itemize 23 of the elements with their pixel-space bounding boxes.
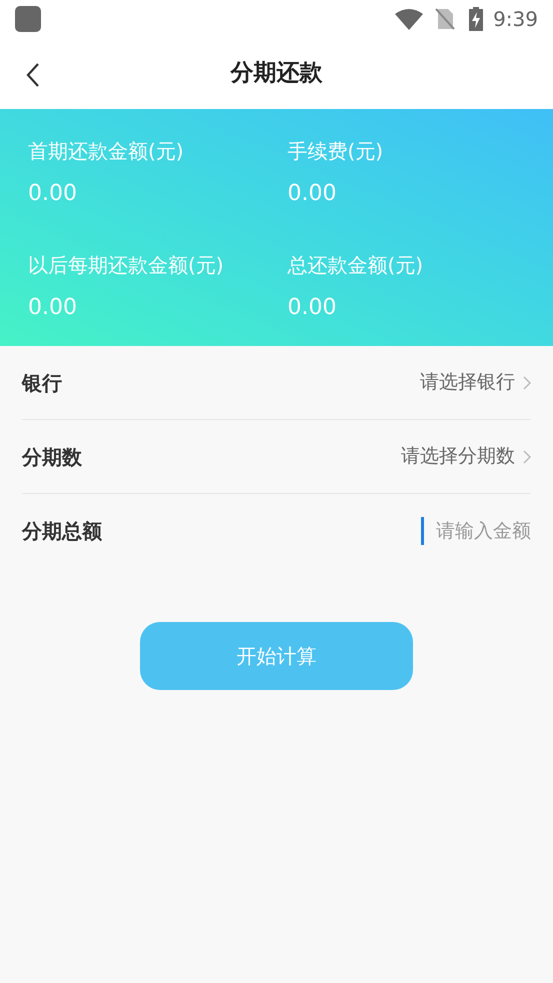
- summary-label: 首期还款金额(元): [28, 138, 185, 165]
- page-title: 分期还款: [230, 59, 322, 88]
- no-sim-icon: [435, 8, 456, 30]
- amount-input[interactable]: 请输入金额: [421, 516, 531, 546]
- select-field[interactable]: 请选择分期数: [401, 442, 531, 471]
- summary-value: 0.00: [288, 180, 338, 208]
- field-label: 分期总额: [22, 518, 102, 545]
- summary-value: 0.00: [28, 294, 78, 322]
- battery-icon: [469, 7, 484, 31]
- back-icon[interactable]: [26, 63, 40, 87]
- summary-label: 总还款金额(元): [288, 252, 424, 278]
- summary-value: 0.00: [28, 180, 78, 208]
- status-time: 9:39: [493, 6, 538, 33]
- app-icon: [15, 6, 41, 32]
- summary-label: 以后每期还款金额(元): [28, 252, 225, 278]
- chevron-icon: [523, 376, 531, 390]
- chevron-icon: [523, 450, 531, 464]
- field-label: 银行: [22, 370, 62, 396]
- field-label: 分期数: [22, 444, 82, 470]
- summary-value: 0.00: [288, 294, 338, 322]
- summary-label: 手续费(元): [288, 138, 384, 165]
- wifi-icon: [395, 8, 424, 30]
- select-field[interactable]: 请选择银行: [420, 368, 531, 397]
